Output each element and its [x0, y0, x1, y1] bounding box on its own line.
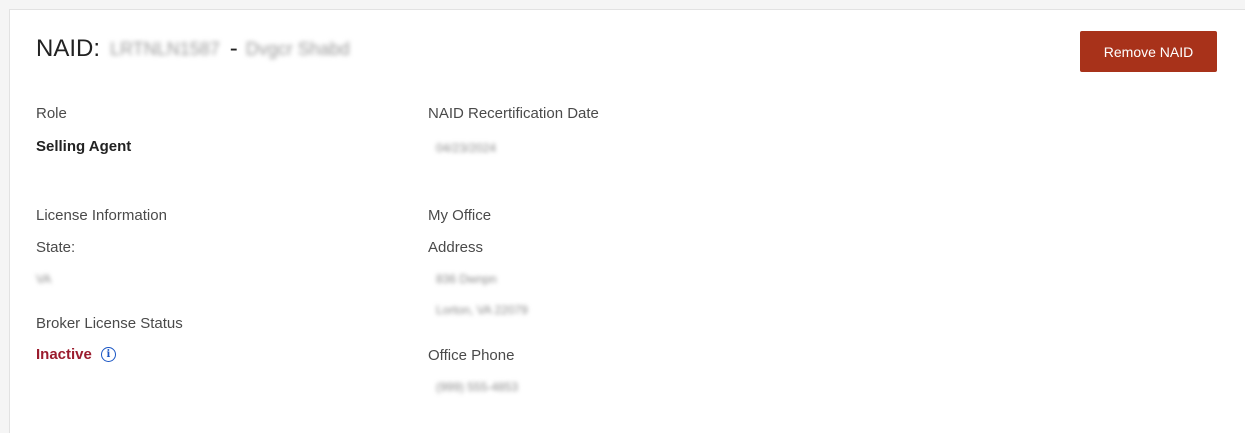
naid-card: NAID: LRTNLN1587 - Dvgcr Shabd Remove NA…: [9, 9, 1245, 433]
broker-status-text: Inactive: [36, 346, 92, 363]
naid-id: LRTNLN1587: [110, 38, 220, 59]
office-phone-label: Office Phone: [428, 347, 515, 364]
office-phone-value: (999) 555-4853: [436, 380, 519, 394]
role-label: Role: [36, 105, 67, 122]
naid-separator: -: [229, 35, 238, 62]
broker-status-label: Broker License Status: [36, 315, 183, 332]
role-value: Selling Agent: [36, 138, 132, 155]
address-line-2: Lorton, VA 22079: [436, 303, 528, 317]
recertification-date-value: 04/23/2024: [436, 141, 497, 155]
recertification-date-label: NAID Recertification Date: [428, 105, 599, 122]
remove-naid-button[interactable]: Remove NAID: [1080, 31, 1217, 72]
naid-prefix: NAID:: [36, 35, 101, 62]
address-label: Address: [428, 239, 484, 256]
state-value: VA: [36, 272, 52, 286]
address-line-1: 836 Dwnpn: [436, 272, 497, 286]
naid-name: Dvgcr Shabd: [245, 38, 350, 59]
my-office-label: My Office: [428, 207, 492, 224]
broker-status-value: Inactive i: [36, 346, 116, 363]
info-circle-icon[interactable]: i: [100, 347, 116, 362]
naid-heading: NAID: LRTNLN1587 - Dvgcr Shabd: [36, 35, 350, 63]
state-label: State:: [36, 239, 76, 256]
license-info-label: License Information: [36, 207, 167, 224]
